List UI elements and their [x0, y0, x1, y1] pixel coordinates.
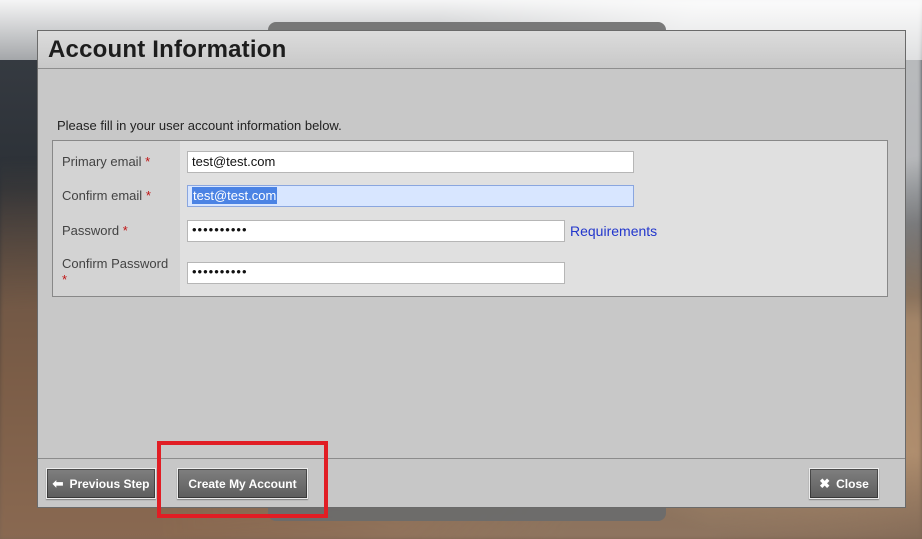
password-requirements-link[interactable]: Requirements [570, 223, 657, 239]
confirm-email-input[interactable]: test@test.com [187, 185, 634, 207]
confirm-email-label: Confirm email * [62, 188, 151, 204]
confirm-password-input[interactable]: •••••••••• [187, 262, 565, 284]
confirm-email-value: test@test.com [192, 187, 278, 204]
previous-step-button[interactable]: ⬅ Previous Step [46, 468, 156, 499]
password-input[interactable]: •••••••••• [187, 220, 565, 242]
form-instructions: Please fill in your user account informa… [57, 118, 342, 133]
dialog-content: Please fill in your user account informa… [38, 69, 905, 458]
required-marker: * [122, 223, 128, 238]
primary-email-label: Primary email * [62, 154, 150, 170]
account-information-dialog: Account Information Please fill in your … [37, 30, 906, 508]
primary-email-label-text: Primary email [62, 154, 142, 169]
confirm-password-label: Confirm Password * [62, 256, 178, 288]
primary-email-input[interactable]: test@test.com [187, 151, 634, 173]
highlight-box [157, 441, 328, 518]
password-label: Password * [62, 223, 128, 239]
account-form: Primary email * test@test.com Confirm em… [52, 140, 888, 297]
primary-email-value: test@test.com [192, 154, 276, 169]
dialog-title: Account Information [48, 35, 287, 63]
arrow-left-icon: ⬅ [52, 476, 64, 491]
screen: Account Information Please fill in your … [0, 0, 922, 539]
confirm-email-row: Confirm email * test@test.com [53, 185, 887, 209]
close-button[interactable]: ✖ Close [809, 468, 879, 499]
confirm-password-value: •••••••••• [192, 264, 248, 279]
close-label: Close [836, 476, 869, 491]
previous-step-label: Previous Step [69, 476, 150, 491]
password-value: •••••••••• [192, 222, 248, 237]
dialog-header: Account Information [38, 31, 905, 69]
confirm-password-row: Confirm Password * •••••••••• [53, 254, 887, 290]
confirm-email-label-text: Confirm email [62, 188, 143, 203]
password-label-text: Password [62, 223, 120, 238]
required-marker: * [145, 154, 151, 169]
required-marker: * [145, 188, 151, 203]
close-icon: ✖ [819, 476, 831, 491]
required-marker: * [62, 272, 68, 287]
primary-email-row: Primary email * test@test.com [53, 151, 887, 175]
password-row: Password * •••••••••• Requirements [53, 220, 887, 244]
confirm-password-label-text: Confirm Password [62, 256, 169, 271]
